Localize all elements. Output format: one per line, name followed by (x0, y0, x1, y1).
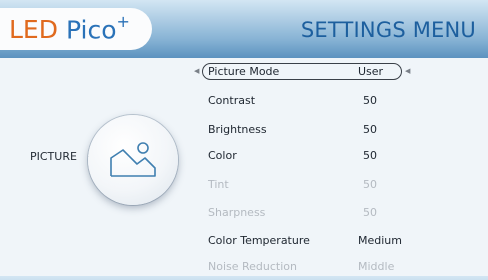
page-title: SETTINGS MENU (300, 18, 476, 42)
menu-item-value: 50 (363, 178, 377, 191)
brand-logo-led: LED (9, 14, 58, 44)
menu-item-label: Color Temperature (208, 234, 310, 247)
arrow-right-icon[interactable]: ◀ (405, 67, 410, 75)
arrow-left-icon[interactable]: ◀ (194, 67, 199, 75)
brand-logo-plus: + (116, 11, 130, 31)
menu-item-value: Medium (358, 234, 402, 247)
menu-item-label: Picture Mode (208, 65, 280, 78)
menu-item-value: 50 (363, 149, 377, 162)
picture-category-button[interactable] (88, 115, 178, 205)
menu-item-label: Noise Reduction (208, 260, 297, 273)
menu-item-value: 50 (363, 206, 377, 219)
menu-item-label: Sharpness (208, 206, 266, 219)
menu-item-label: Contrast (208, 94, 256, 107)
picture-icon (110, 142, 156, 177)
menu-item-label: Color (208, 149, 237, 162)
brand-logo-pico-text: Pico (65, 15, 117, 45)
brand-logo-pico: Pico+ (65, 11, 130, 45)
category-label: PICTURE (30, 150, 77, 163)
menu-item-value: 50 (363, 123, 377, 136)
menu-item-value: Middle (358, 260, 395, 273)
brand-logo: LED Pico+ (0, 8, 152, 50)
menu-item-label: Brightness (208, 123, 267, 136)
menu-item-value: 50 (363, 94, 377, 107)
menu-item-value: User (358, 65, 384, 78)
menu-item-label: Tint (208, 178, 229, 191)
